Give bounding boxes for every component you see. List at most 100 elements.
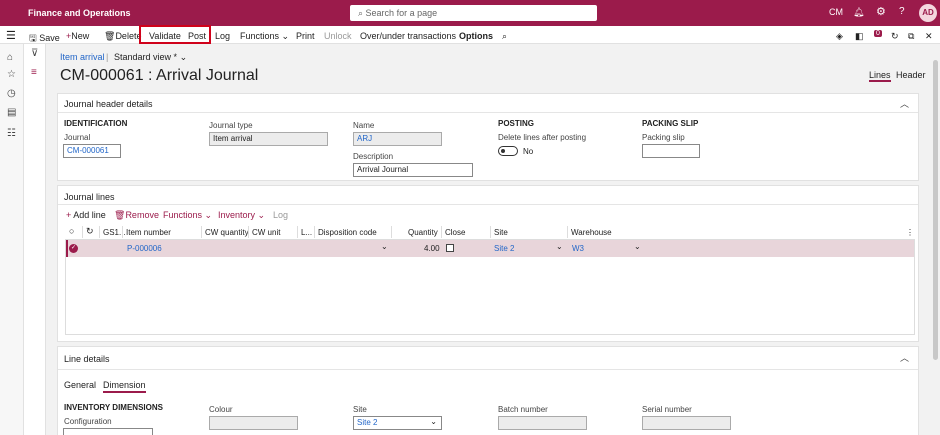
add-line-button[interactable]: + Add line [66, 210, 106, 220]
unlock-button[interactable]: Unlock [324, 31, 352, 41]
name-field[interactable]: ARJ [353, 132, 442, 146]
name-label: Name [353, 121, 375, 130]
select-all-circle[interactable]: ○ [69, 226, 74, 236]
col-header-disposition-code[interactable]: Disposition code [318, 228, 377, 237]
packing-slip-field[interactable] [642, 144, 700, 158]
workspaces-icon[interactable]: ▤ [7, 108, 17, 118]
col-header-warehouse[interactable]: Warehouse [571, 228, 612, 237]
col-header-quantity[interactable]: Quantity [408, 228, 438, 237]
close-icon[interactable]: ✕ [925, 31, 933, 42]
col-header-close[interactable]: Close [445, 228, 465, 237]
search-icon: ⌕ [358, 8, 366, 18]
view-selector[interactable]: Standard view * ⌄ [114, 52, 187, 63]
over-under-button[interactable]: Over/under transactions [360, 31, 456, 41]
col-header-l[interactable]: L... [301, 228, 312, 237]
group-inventory-dimensions: INVENTORY DIMENSIONS [64, 403, 163, 412]
divider [58, 369, 918, 370]
lines-functions-menu[interactable]: Functions ⌄ [163, 210, 212, 221]
log-button[interactable]: Log [215, 31, 230, 41]
bell-icon[interactable]: 🔔︎ [853, 7, 864, 18]
chevron-up-icon[interactable]: ︿ [900, 351, 909, 364]
cell-site[interactable]: Site 2 [494, 244, 514, 253]
col-header-cw-quantity[interactable]: CW quantity [205, 228, 249, 237]
col-divider [248, 226, 249, 238]
section-title-line-details[interactable]: Line details [64, 354, 110, 364]
breadcrumb-divider: | [106, 52, 109, 62]
print-button[interactable]: Print [296, 31, 315, 41]
more-icon[interactable]: ⋮ [906, 228, 914, 237]
functions-menu[interactable]: Functions ⌄ [240, 31, 289, 42]
company-selector[interactable]: CM [829, 7, 843, 17]
delete-lines-toggle[interactable] [498, 146, 518, 156]
page-title: CM-000061 : Arrival Journal [60, 67, 259, 84]
chevron-down-icon[interactable]: ⌄ [556, 242, 563, 251]
journal-field[interactable]: CM-000061 [63, 144, 121, 158]
tab-header[interactable]: Header [896, 70, 926, 80]
inventory-menu[interactable]: Inventory ⌄ [218, 210, 265, 221]
col-divider [201, 226, 202, 238]
section-title-header[interactable]: Journal header details [64, 99, 153, 109]
colour-field[interactable] [209, 416, 298, 430]
col-divider [82, 226, 83, 238]
col-header-site[interactable]: Site [494, 228, 508, 237]
app-launcher-icon[interactable] [6, 7, 18, 19]
tab-dimension[interactable]: Dimension [103, 380, 146, 393]
journal-type-label: Journal type [209, 121, 253, 130]
list-icon[interactable]: ≡ [31, 68, 41, 78]
lines-log-button[interactable]: Log [273, 210, 288, 220]
delete-lines-label: Delete lines after posting [498, 133, 587, 142]
diamond-icon[interactable]: ◈ [836, 31, 843, 42]
row-checked-icon[interactable]: ✓ [69, 244, 78, 253]
journal-type-field[interactable]: Item arrival [209, 132, 328, 146]
star-icon[interactable]: ☆ [7, 70, 17, 80]
tab-lines[interactable]: Lines [869, 70, 891, 82]
description-field[interactable]: Arrival Journal [353, 163, 473, 177]
save-label: Save [39, 33, 60, 43]
search-icon[interactable]: ⌕ [502, 31, 507, 42]
batch-number-label: Batch number [498, 405, 548, 414]
refresh-icon[interactable]: ↻ [86, 226, 94, 237]
functions-label: Functions [163, 210, 203, 220]
scrollbar-thumb[interactable] [933, 60, 938, 360]
description-label: Description [353, 152, 394, 161]
breadcrumb[interactable]: Item arrival [60, 52, 105, 62]
clock-icon[interactable]: ◷ [7, 89, 17, 99]
gear-icon[interactable]: ⚙ [876, 5, 886, 18]
remove-button[interactable]: 🗑︎Remove [114, 210, 159, 221]
hamburger-icon[interactable]: ☰ [6, 29, 16, 42]
refresh-icon[interactable]: ↻ [891, 31, 899, 42]
cell-quantity[interactable]: 4.00 [424, 244, 440, 253]
office-icon[interactable]: ◧ [855, 31, 864, 42]
help-icon[interactable]: ? [899, 6, 905, 17]
group-posting: POSTING [498, 119, 535, 128]
search-input[interactable]: ⌕ Search for a page [350, 5, 597, 21]
home-icon[interactable]: ⌂ [7, 53, 17, 63]
batch-number-field[interactable] [498, 416, 587, 430]
table-row[interactable] [66, 240, 914, 257]
col-header-item-number[interactable]: Item number [126, 228, 171, 237]
tab-general[interactable]: General [64, 380, 96, 390]
chevron-up-icon[interactable]: ︿ [900, 97, 909, 110]
new-label: New [71, 31, 90, 41]
open-new-window-icon[interactable]: ⧉ [908, 31, 914, 42]
notification-badge[interactable]: 0 [874, 30, 882, 37]
col-divider [122, 226, 123, 238]
options-button[interactable]: Options [459, 31, 493, 41]
chevron-down-icon[interactable]: ⌄ [381, 242, 388, 251]
toggle-value: No [523, 147, 534, 156]
col-header-cw-unit[interactable]: CW unit [252, 228, 280, 237]
cell-warehouse[interactable]: W3 [572, 244, 584, 253]
avatar[interactable]: AD [919, 4, 937, 22]
configuration-field[interactable] [63, 428, 153, 435]
cell-item-number[interactable]: P-000006 [127, 244, 162, 253]
serial-number-field[interactable] [642, 416, 731, 430]
chevron-down-icon: ⌄ [204, 210, 213, 220]
close-checkbox[interactable] [446, 244, 454, 252]
site-field[interactable]: Site 2 ⌄ [353, 416, 442, 430]
new-button[interactable]: +New [66, 31, 89, 41]
delete-button[interactable]: 🗑︎Delete [104, 31, 141, 42]
section-title-lines[interactable]: Journal lines [64, 192, 115, 202]
filter-icon[interactable]: ⊽ [31, 49, 41, 59]
modules-icon[interactable]: ☷ [7, 129, 17, 139]
chevron-down-icon[interactable]: ⌄ [634, 242, 641, 251]
